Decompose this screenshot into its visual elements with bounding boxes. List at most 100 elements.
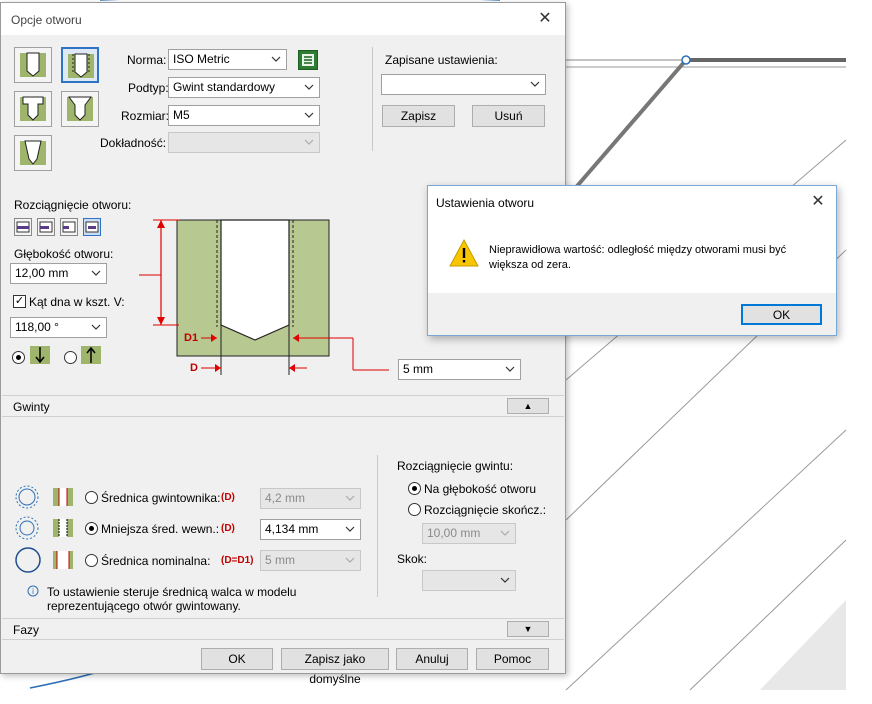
gwinty-title: Gwinty <box>13 400 50 414</box>
thread-full-depth-radio[interactable] <box>408 482 421 495</box>
rozmiar-value: M5 <box>173 108 190 122</box>
ok-button[interactable]: OK <box>201 648 273 670</box>
dialog-titlebar: Opcje otworu ✕ <box>1 3 565 35</box>
anuluj-button[interactable]: Anuluj <box>396 648 468 670</box>
end-to-button[interactable] <box>37 218 55 236</box>
end-next-button[interactable] <box>60 218 78 236</box>
hole-threaded-icon <box>68 53 94 78</box>
hole-type-countersink-button[interactable] <box>61 91 99 127</box>
hole-conical-icon <box>20 140 46 165</box>
nominal-dia-label: Średnica nominalna: <box>101 554 211 568</box>
hole-options-dialog: Opcje otworu ✕ Norma: ISO Metric Podtyp:… <box>0 2 566 686</box>
dokladnosc-select[interactable] <box>168 132 320 153</box>
separator <box>377 455 378 597</box>
chevron-down-icon: ▼ <box>523 624 533 634</box>
norma-select[interactable]: ISO Metric <box>168 49 287 70</box>
norma-value: ISO Metric <box>173 52 230 66</box>
hole-diagram <box>139 219 389 375</box>
gwinty-section-header[interactable]: Gwinty ▲ <box>2 395 564 417</box>
hole-type-counterbore-button[interactable] <box>14 91 52 127</box>
thread-finite-select[interactable]: 10,00 mm <box>422 523 516 544</box>
end-to-icon <box>39 221 53 233</box>
hole-type-threaded-button[interactable] <box>61 47 99 83</box>
hole-type-conical-button[interactable] <box>14 135 52 171</box>
zapisz-button[interactable]: Zapisz <box>382 105 455 127</box>
close-icon[interactable]: ✕ <box>535 9 555 29</box>
thread-finite-label: Rozciągnięcie skończ.: <box>424 503 547 517</box>
kat-dna-checkbox[interactable]: ✓ <box>13 295 26 308</box>
chevron-down-icon <box>500 577 510 583</box>
chevron-down-icon <box>271 56 281 62</box>
minor-dia-select[interactable]: 4,134 mm <box>260 519 361 540</box>
nominal-dia-value: 5 mm <box>265 553 295 567</box>
kat-dna-value: 118,00 ° <box>15 320 59 334</box>
chevron-down-icon <box>530 81 540 87</box>
end-through-button[interactable] <box>14 218 32 236</box>
d1-label: D1 <box>184 332 199 344</box>
norma-list-button[interactable] <box>298 50 318 70</box>
thread-tap-icon <box>53 488 73 506</box>
norma-label: Norma: <box>127 53 167 67</box>
direction-down-radio[interactable] <box>12 351 25 364</box>
chevron-down-icon <box>91 324 101 330</box>
end-next-icon <box>62 221 76 233</box>
thread-nominal-icon <box>53 551 73 569</box>
diameter-value: 5 mm <box>403 362 433 376</box>
rozmiar-select[interactable]: M5 <box>168 105 320 126</box>
chevron-down-icon <box>304 112 314 118</box>
gwinty-collapse-button[interactable]: ▲ <box>507 398 549 414</box>
chevron-down-icon <box>304 139 314 145</box>
tap-drill-value: 4,2 mm <box>265 491 306 505</box>
nominal-dia-circle-icon <box>15 547 41 573</box>
alert-message-line1: Nieprawidłowa wartość: odległość między … <box>489 244 787 256</box>
alert-footer: OK <box>428 293 836 335</box>
saved-settings-select[interactable] <box>381 74 546 95</box>
nominal-dia-tag: (D=D1) <box>221 555 254 566</box>
minor-dia-radio[interactable] <box>85 522 98 535</box>
tap-drill-radio[interactable] <box>85 491 98 504</box>
minor-dia-label: Mniejsza śred. wewn.: <box>101 522 220 536</box>
hole-type-simple-button[interactable] <box>14 47 52 83</box>
end-distance-button[interactable] <box>83 218 101 236</box>
minor-dia-value: 4,134 mm <box>265 522 319 536</box>
rozmiar-label: Rozmiar: <box>121 109 170 123</box>
chevron-down-icon <box>500 530 510 536</box>
chevron-down-icon <box>505 366 515 372</box>
hole-simple-icon <box>20 52 46 77</box>
tap-drill-circle-icon <box>15 485 39 509</box>
skok-select[interactable] <box>422 570 516 591</box>
fazy-expand-button[interactable]: ▼ <box>507 621 549 637</box>
thread-minor-icon <box>53 519 73 537</box>
thread-full-depth-label: Na głębokość otworu <box>424 482 537 496</box>
thread-finite-radio[interactable] <box>408 503 421 516</box>
hole-counterbore-icon <box>20 96 46 121</box>
tap-drill-select[interactable]: 4,2 mm <box>260 488 361 509</box>
minor-dia-tag: (D) <box>221 523 235 534</box>
alert-close-icon[interactable]: ✕ <box>808 192 828 212</box>
glebokosc-label: Głębokość otworu: <box>14 247 114 261</box>
podtyp-value: Gwint standardowy <box>173 80 276 94</box>
direction-up-radio[interactable] <box>64 351 77 364</box>
kat-dna-select[interactable]: 118,00 ° <box>10 317 107 338</box>
alert-title: Ustawienia otworu <box>436 196 535 210</box>
glebokosc-value: 12,00 mm <box>15 266 69 280</box>
direction-up-icon <box>81 346 101 364</box>
fazy-section-header[interactable]: Fazy ▼ <box>2 618 564 640</box>
diameter-select[interactable]: 5 mm <box>398 359 521 380</box>
pomoc-button[interactable]: Pomoc <box>476 648 549 670</box>
glebokosc-select[interactable]: 12,00 mm <box>10 263 107 284</box>
save-as-default-button[interactable]: Zapisz jako domyślne <box>281 648 389 686</box>
usun-button[interactable]: Usuń <box>472 105 545 127</box>
direction-down-icon <box>30 346 50 364</box>
d-label: D <box>190 362 198 374</box>
nominal-dia-radio[interactable] <box>85 554 98 567</box>
dialog-title: Opcje otworu <box>11 13 82 27</box>
info-text: To ustawienie steruje średnicą walca w m… <box>47 585 297 613</box>
nominal-dia-select[interactable]: 5 mm <box>260 550 361 571</box>
podtyp-select[interactable]: Gwint standardowy <box>168 77 320 98</box>
skok-label: Skok: <box>397 552 428 566</box>
rozciagniecie-otworu-label: Rozciągnięcie otworu: <box>14 198 132 212</box>
alert-ok-button[interactable]: OK <box>741 304 822 325</box>
minor-dia-circle-icon <box>15 516 39 540</box>
thread-finite-value: 10,00 mm <box>427 526 481 540</box>
